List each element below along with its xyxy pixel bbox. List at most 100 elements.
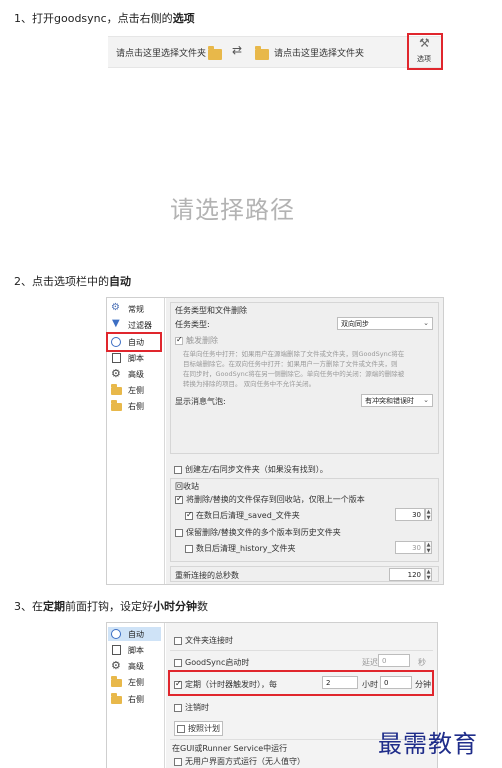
checkbox-label: 在数日后清理_saved_文件夹 [196,511,300,520]
clean-history-days-input[interactable]: 30 [395,541,425,554]
folder-icon [111,383,122,396]
delay-input[interactable]: 0 [378,654,410,667]
sidebar-item-label: 高级 [128,661,144,671]
clean-saved-checkbox[interactable]: 在数日后清理_saved_文件夹 [185,510,300,521]
sidebar-item-label: 右侧 [128,694,144,704]
reconnect-group: 重新连接的总秒数 120 ▲ ▼ [170,566,439,582]
checkbox-icon [175,528,183,537]
step-text: 点击选项栏中的 [32,275,109,288]
checkbox-label: 按照计划 [188,724,220,733]
checkbox-label: 将删除/替换的文件保存到回收站，仅限上一个版本 [186,495,365,504]
step-text: 前面打钩，设定好 [65,600,153,613]
group-title: 任务类型和文件删除 [175,306,247,315]
sidebar-item-label: 过滤器 [128,320,152,330]
checkbox-label: 定期（计时器触发时），每 [185,680,277,689]
sidebar-item-label: 左侧 [128,677,144,687]
sidebar-item-script[interactable]: 脚本 [111,351,144,365]
checkbox-icon [174,703,182,712]
description-line: 转换为排除的项目。 双向任务中不允许关闭。 [183,380,316,388]
sidebar-item-label: 脚本 [128,353,144,363]
checkbox-icon [174,636,182,645]
sidebar-item-right[interactable]: 右侧 [111,692,144,706]
task-type-group: 任务类型和文件删除 任务类型: 双向同步 ⌄ 触发删除 在单向任务中打开：如果用户… [170,302,439,454]
clean-history-checkbox[interactable]: 数日后清理_history_文件夹 [185,543,296,554]
recycle-group: 回收站 将删除/替换的文件保存到回收站，仅限上一个版本 在数日后清理_saved… [170,478,439,562]
sidebar-item-filter[interactable]: ▼ 过滤器 [111,318,152,332]
checkbox-label: GoodSync启动时 [185,658,250,667]
sidebar-item-right[interactable]: 右侧 [111,399,144,413]
create-folders-checkbox[interactable]: 创建左/右同步文件夹（如果没有找到）。 [174,464,328,475]
step-1-heading: 1、打开goodsync，点击右侧的选项 [14,10,195,26]
left-folder-prompt[interactable]: 请点击这里选择文件夹 [116,46,206,59]
periodic-checkbox[interactable]: 定期（计时器触发时），每 [174,679,277,690]
right-folder-prompt[interactable]: 请点击这里选择文件夹 [274,46,364,59]
step-3-heading: 3、在定期前面打钩，设定好小时分钟数 [14,598,208,614]
reconnect-label: 重新连接的总秒数 [175,571,239,580]
checkbox-icon [174,757,182,766]
folder-icon [111,692,122,705]
step-text: 数 [197,600,208,613]
description-line: 在同步时，GoodSync将在另一侧删除它。单向任务中的关闭：源端的删除被 [183,370,405,378]
save-deleted-checkbox[interactable]: 将删除/替换的文件保存到回收站，仅限上一个版本 [175,494,365,505]
sidebar-item-left[interactable]: 左侧 [111,383,144,397]
checkbox-icon [185,510,193,520]
gear-icon: ⚙ [111,658,121,672]
sidebar-item-general[interactable]: ⚙ 常规 [111,302,144,316]
checkbox-label: 触发删除 [186,336,218,345]
step-bold: 选项 [172,12,195,25]
minutes-input[interactable]: 0 [380,676,412,689]
sidebar-item-advanced[interactable]: ⚙ 高级 [111,659,144,673]
on-start-checkbox[interactable]: GoodSync启动时 [174,657,249,668]
propagate-delete-checkbox[interactable]: 触发删除 [175,335,218,346]
sync-direction-icon[interactable]: ⇄ [232,43,242,57]
select-value: 双向同步 [341,319,369,328]
keep-history-checkbox[interactable]: 保留删除/替换文件的多个版本到历史文件夹 [175,527,341,538]
description-line: 在单向任务中打开：如果用户在源端删除了文件或文件夹，则GoodSync将在 [183,350,405,358]
left-folder-icon[interactable] [208,46,222,60]
options-label: 选项 [417,55,431,63]
hours-input[interactable]: 2 [322,676,358,689]
minutes-unit: 分钟 [415,680,431,689]
chevron-down-icon: ⌄ [423,396,429,404]
goodsync-toolbar: 请点击这里选择文件夹 ⇄ 请点击这里选择文件夹 [108,36,443,68]
divider [170,650,433,651]
on-folder-connect-checkbox[interactable]: 文件夹连接时 [174,635,233,646]
task-type-select[interactable]: 双向同步 ⌄ [337,317,433,330]
reconnect-input[interactable]: 120 [389,568,425,581]
step-number: 1、 [14,12,32,25]
folder-icon [111,399,122,412]
on-logoff-checkbox[interactable]: 注销时 [174,702,209,713]
step-number: 2、 [14,275,32,288]
runner-group-title: 在GUI或Runner Service中运行 [172,744,288,753]
sidebar-item-script[interactable]: 脚本 [111,643,144,657]
sidebar-item-advanced[interactable]: ⚙ 高级 [111,367,144,381]
checkbox-label: 数日后清理_history_文件夹 [196,544,296,553]
checkbox-label: 保留删除/替换文件的多个版本到历史文件夹 [186,528,341,537]
group-title: 回收站 [175,482,199,491]
right-folder-icon[interactable] [255,46,269,60]
sidebar-item-label: 脚本 [128,645,144,655]
step-bold: 自动 [109,275,131,288]
sidebar-item-label: 常规 [128,304,144,314]
reconnect-stepper[interactable]: ▲ ▼ [425,568,432,581]
step-text: 打开goodsync，点击右侧的 [32,12,173,25]
sidebar-item-label: 自动 [128,629,144,639]
script-icon [111,352,122,364]
clean-history-days-stepper[interactable]: ▲ ▼ [425,541,432,554]
folder-icon [111,675,122,688]
clean-saved-days-input[interactable]: 30 [395,508,425,521]
no-ui-checkbox[interactable]: 无用户界面方式运行（无人值守） [174,756,305,767]
sidebar-item-auto[interactable]: 自动 [108,627,161,641]
options-button[interactable]: ⚒ 选项 [412,36,440,66]
empty-path-hint: 请选择路径 [170,196,295,224]
step-bold: 定期 [43,600,65,613]
bubble-select[interactable]: 有冲突和错误时 ⌄ [361,394,433,407]
clean-saved-days-stepper[interactable]: ▲ ▼ [425,508,432,521]
checkbox-icon [174,679,182,689]
sidebar-item-left[interactable]: 左侧 [111,675,144,689]
auto-highlight [106,332,162,352]
filter-icon: ▼ [112,317,120,329]
schedule-checkbox[interactable]: 按照计划 [174,721,223,736]
general-icon: ⚙ [111,301,120,313]
checkbox-icon [174,465,182,474]
